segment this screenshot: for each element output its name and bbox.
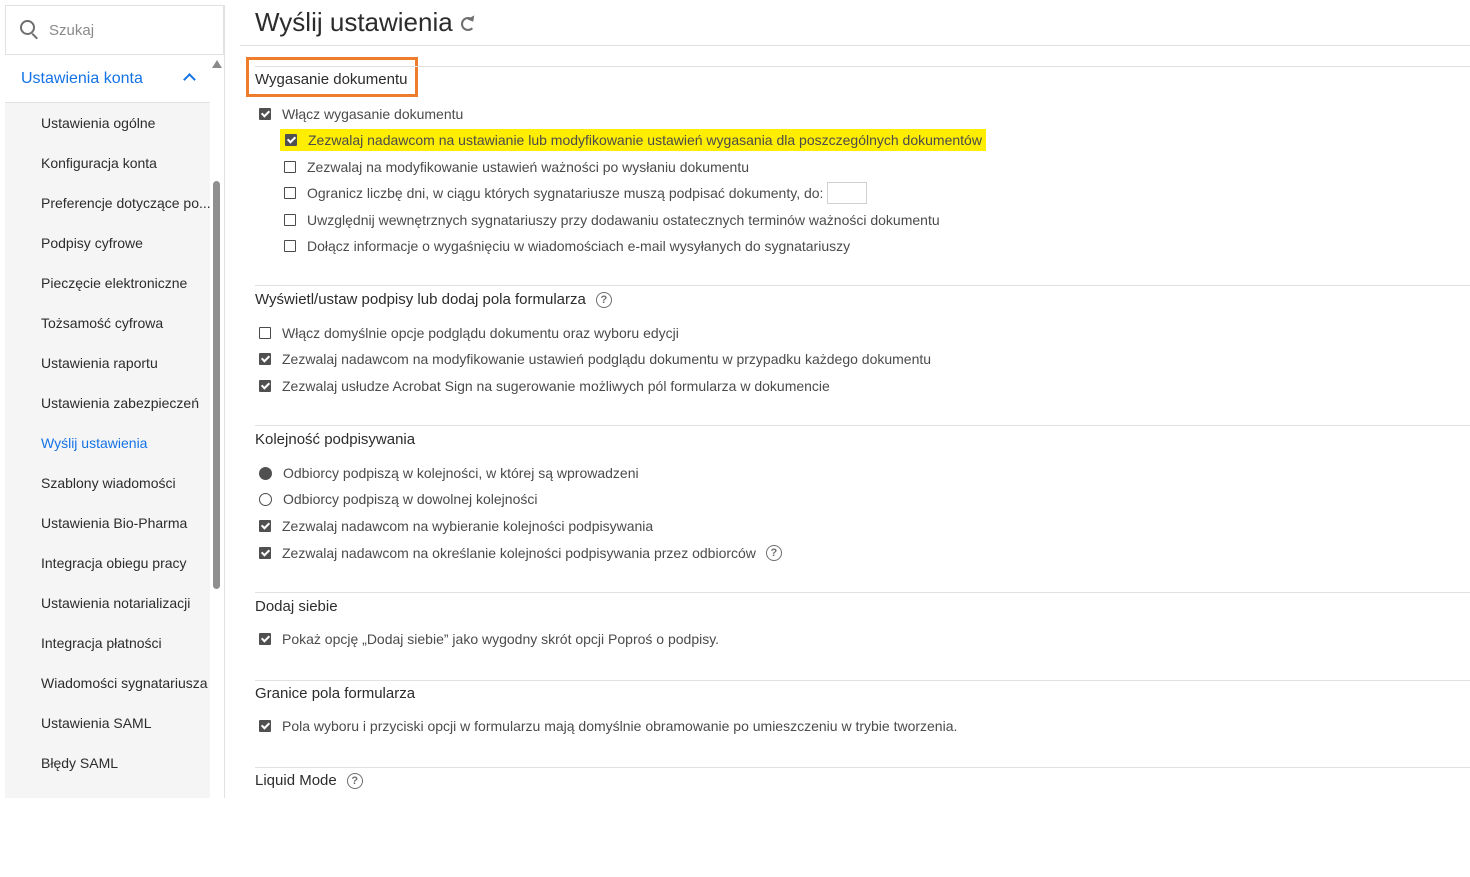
help-icon[interactable]: ?: [595, 291, 612, 308]
option-label: Zezwalaj na modyfikowanie ustawień ważno…: [307, 159, 750, 175]
sidebar-item-electronic-seals[interactable]: Pieczęcie elektroniczne: [5, 263, 210, 303]
radio-button[interactable]: [259, 492, 272, 506]
sidebar-item-general-settings[interactable]: Ustawienia ogólne: [5, 103, 210, 143]
option-label: Włącz wygasanie dokumentu: [282, 106, 464, 122]
option-label: Zezwalaj nadawcom na modyfikowanie ustaw…: [282, 351, 932, 367]
option-label: Zezwalaj nadawcom na ustawianie lub mody…: [308, 132, 982, 148]
option-show-add-self[interactable]: Pokaż opcję „Dodaj siebie” jako wygodny …: [259, 628, 719, 650]
sidebar-menu: Ustawienia ogólne Konfiguracja konta Pre…: [5, 103, 210, 798]
help-icon[interactable]: ?: [765, 545, 782, 561]
sidebar-item-account-setup[interactable]: Konfiguracja konta: [5, 143, 210, 183]
sidebar-item-notarization[interactable]: Ustawienia notarializacji: [5, 583, 210, 623]
sidebar-section-label: Ustawienia konta: [21, 69, 143, 87]
sidebar-item-workflow-integration[interactable]: Integracja obiegu pracy: [5, 543, 210, 583]
sidebar-scrollbar[interactable]: [213, 181, 220, 589]
option-label: Odbiorcy podpiszą w kolejności, w której…: [283, 465, 639, 481]
checkbox[interactable]: [259, 520, 271, 532]
option-sign-any-order[interactable]: Odbiorcy podpiszą w dowolnej kolejności: [259, 488, 537, 510]
checkbox[interactable]: [284, 161, 296, 173]
sidebar-item-digital-signatures[interactable]: Podpisy cyfrowe: [5, 223, 210, 263]
sidebar: Szukaj Ustawienia konta Ustawienia ogóln…: [5, 5, 225, 798]
section-divider: [255, 66, 1470, 67]
checkbox[interactable]: [259, 380, 271, 392]
option-modify-after-send[interactable]: Zezwalaj na modyfikowanie ustawień ważno…: [284, 156, 749, 178]
refresh-icon[interactable]: [460, 16, 475, 31]
section-heading-row: Wyświetl/ustaw podpisy lub dodaj pola fo…: [255, 291, 612, 308]
option-label: Odbiorcy podpiszą w dowolnej kolejności: [283, 491, 538, 507]
checkbox[interactable]: [259, 633, 271, 645]
option-default-preview[interactable]: Włącz domyślnie opcje podglądu dokumentu…: [259, 322, 679, 344]
section-heading: Wygasanie dokumentu: [255, 71, 408, 88]
checkbox[interactable]: [259, 720, 271, 732]
sidebar-item-message-templates[interactable]: Szablony wiadomości: [5, 463, 210, 503]
section-heading: Granice pola formularza: [255, 685, 416, 702]
section-heading: Liquid Mode: [255, 772, 337, 789]
header-divider: [240, 45, 1470, 46]
checkbox[interactable]: [259, 353, 271, 365]
option-label: Pokaż opcję „Dodaj siebie” jako wygodny …: [282, 631, 720, 647]
sidebar-item-preferences[interactable]: Preferencje dotyczące po...: [5, 183, 210, 223]
radio-button[interactable]: [259, 466, 272, 480]
section-divider: [255, 425, 1470, 426]
checkbox[interactable]: [284, 187, 296, 199]
option-label: Zezwalaj nadawcom na wybieranie kolejnoś…: [282, 518, 654, 534]
option-limit-days[interactable]: Ogranicz liczbę dni, w ciągu których syg…: [284, 182, 868, 204]
section-heading: Dodaj siebie: [255, 598, 338, 615]
section-divider: [255, 285, 1470, 286]
sidebar-item-bio-pharma[interactable]: Ustawienia Bio-Pharma: [5, 503, 210, 543]
help-icon[interactable]: ?: [346, 772, 363, 789]
sidebar-item-digital-identity[interactable]: Tożsamość cyfrowa: [5, 303, 210, 343]
option-include-info-email[interactable]: Dołącz informacje o wygaśnięciu w wiadom…: [284, 235, 850, 257]
checkbox[interactable]: [284, 240, 296, 252]
chevron-up-icon: [183, 73, 196, 86]
option-sign-in-order[interactable]: Odbiorcy podpiszą w kolejności, w której…: [259, 462, 639, 484]
sidebar-item-security-settings[interactable]: Ustawienia zabezpieczeń: [5, 383, 210, 423]
sidebar-item-report-settings[interactable]: Ustawienia raportu: [5, 343, 210, 383]
limit-days-input[interactable]: [827, 182, 868, 204]
option-label: Uwzględnij wewnętrznych sygnatariuszy pr…: [307, 212, 940, 228]
option-enable-expiration[interactable]: Włącz wygasanie dokumentu: [259, 103, 463, 125]
page-title: Wyślij ustawienia: [255, 6, 453, 37]
option-modify-preview[interactable]: Zezwalaj nadawcom na modyfikowanie ustaw…: [259, 348, 931, 370]
page-header: Wyślij ustawienia: [255, 4, 475, 40]
section-heading-row: Liquid Mode ?: [255, 772, 363, 789]
sidebar-item-saml-errors[interactable]: Błędy SAML: [5, 743, 210, 783]
search-box[interactable]: Szukaj: [5, 5, 224, 55]
section-divider: [255, 767, 1470, 768]
section-heading: Kolejność podpisywania: [255, 431, 416, 448]
option-label: Pola wyboru i przyciski opcji w formular…: [282, 718, 958, 734]
sidebar-item-send-settings[interactable]: Wyślij ustawienia: [5, 423, 210, 463]
search-input[interactable]: Szukaj: [49, 22, 94, 39]
option-label: Włącz domyślnie opcje podglądu dokumentu…: [282, 325, 679, 341]
checkbox[interactable]: [259, 108, 271, 120]
option-label: Zezwalaj nadawcom na określanie kolejnoś…: [282, 545, 756, 561]
option-allow-senders-expiration[interactable]: Zezwalaj nadawcom na ustawianie lub mody…: [280, 129, 986, 151]
sidebar-item-payments[interactable]: Integracja płatności: [5, 623, 210, 663]
option-choose-order[interactable]: Zezwalaj nadawcom na wybieranie kolejnoś…: [259, 515, 653, 537]
option-include-internal[interactable]: Uwzględnij wewnętrznych sygnatariuszy pr…: [284, 209, 940, 231]
checkbox[interactable]: [259, 547, 271, 559]
checkbox[interactable]: [284, 214, 296, 226]
option-label: Ogranicz liczbę dni, w ciągu których syg…: [307, 185, 824, 201]
checkbox[interactable]: [259, 327, 271, 339]
search-icon: [20, 20, 40, 40]
option-suggest-fields[interactable]: Zezwalaj usłudze Acrobat Sign na sugerow…: [259, 375, 830, 397]
option-define-order[interactable]: Zezwalaj nadawcom na określanie kolejnoś…: [259, 542, 782, 564]
option-label: Dołącz informacje o wygaśnięciu w wiadom…: [307, 238, 851, 254]
option-default-border[interactable]: Pola wyboru i przyciski opcji w formular…: [259, 715, 957, 737]
section-heading: Wyświetl/ustaw podpisy lub dodaj pola fo…: [255, 291, 586, 308]
scroll-up-arrow-icon[interactable]: [212, 60, 222, 68]
main-content: Wyślij ustawienia Wygasanie dokumentu Wł…: [240, 0, 1470, 877]
section-divider: [255, 592, 1470, 593]
checkbox[interactable]: [285, 134, 297, 146]
option-label: Zezwalaj usłudze Acrobat Sign na sugerow…: [282, 378, 830, 394]
sidebar-item-signer-messages[interactable]: Wiadomości sygnatariusza: [5, 663, 210, 703]
section-divider: [255, 680, 1470, 681]
sidebar-section-account-settings[interactable]: Ustawienia konta: [5, 55, 210, 103]
sidebar-item-saml-settings[interactable]: Ustawienia SAML: [5, 703, 210, 743]
